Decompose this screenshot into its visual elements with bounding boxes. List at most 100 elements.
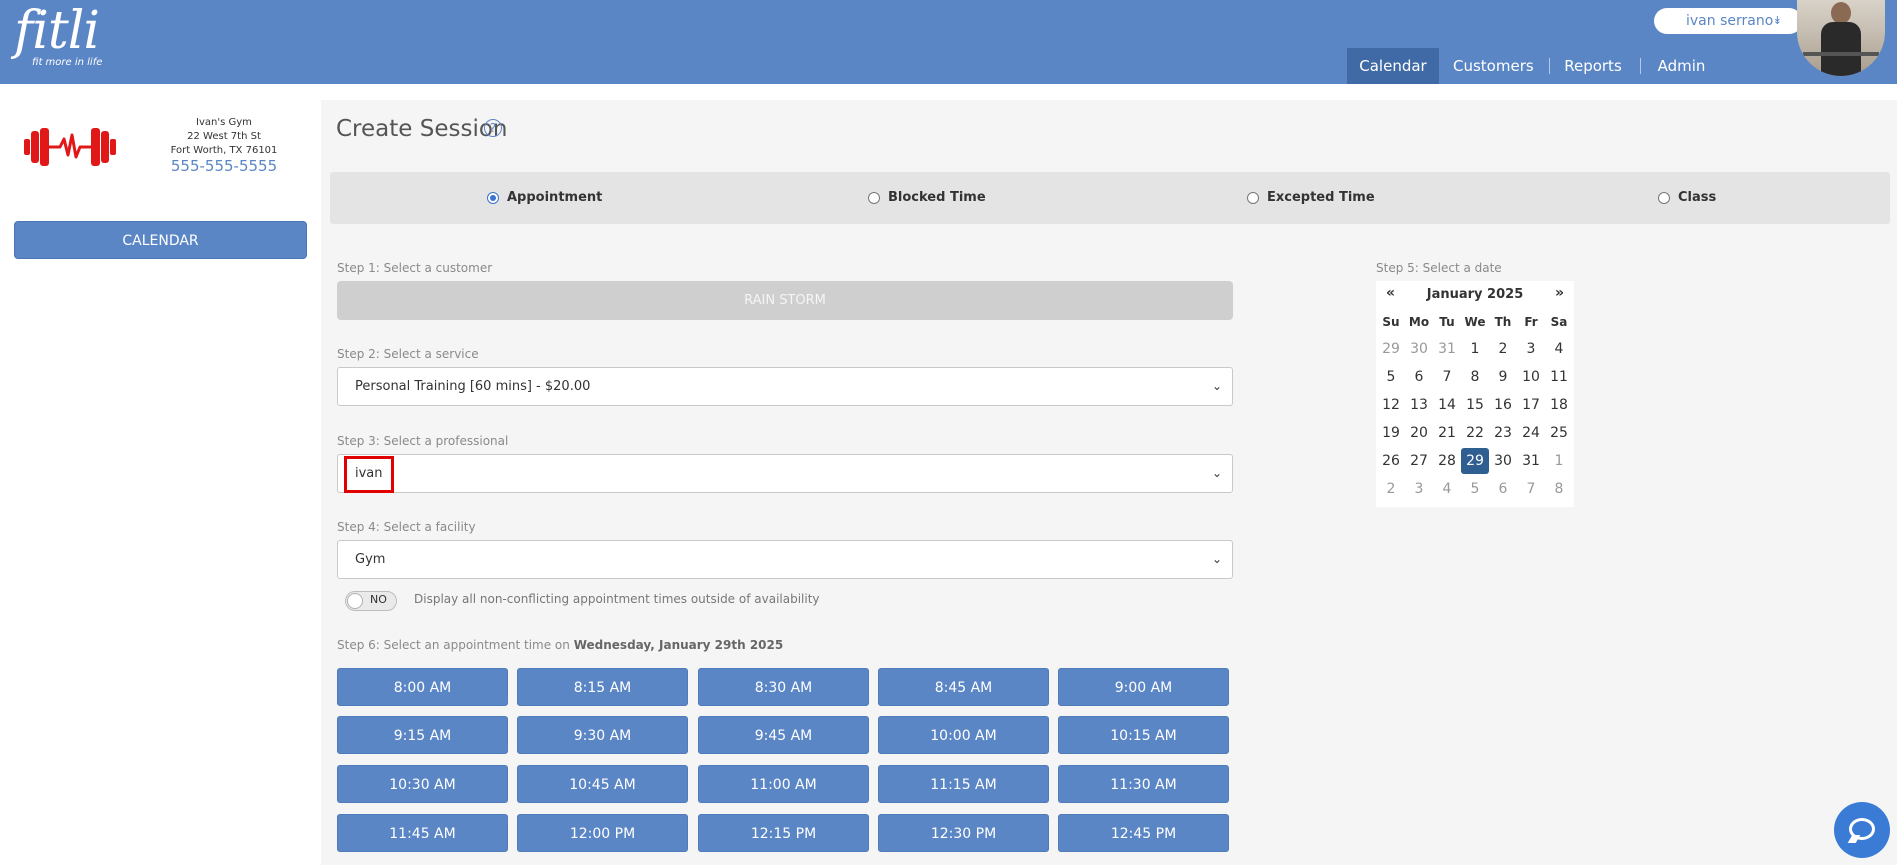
calendar-day[interactable]: 1 bbox=[1545, 448, 1573, 474]
step4-label: Step 4: Select a facility bbox=[337, 520, 476, 534]
page-title: Create Session bbox=[336, 116, 508, 142]
barbell-heartbeat-icon bbox=[0, 102, 140, 192]
time-slot-button[interactable]: 8:00 AM bbox=[337, 668, 508, 706]
calendar-day[interactable]: 5 bbox=[1461, 476, 1489, 502]
nav-customers[interactable]: Customers bbox=[1453, 48, 1534, 84]
month-label[interactable]: January 2025 bbox=[1376, 287, 1574, 302]
calendar-day[interactable]: 23 bbox=[1489, 420, 1517, 446]
gym-phone-link[interactable]: 555-555-5555 bbox=[154, 157, 294, 175]
time-slot-button[interactable]: 9:15 AM bbox=[337, 716, 508, 754]
user-menu-button[interactable]: ivan serrano ↡ bbox=[1654, 8, 1802, 34]
brand-tagline: fit more in life bbox=[32, 57, 103, 68]
calendar-day[interactable]: 29 bbox=[1377, 336, 1405, 362]
calendar-day[interactable]: 2 bbox=[1489, 336, 1517, 362]
calendar-day[interactable]: 6 bbox=[1405, 364, 1433, 390]
radio-class[interactable]: Class bbox=[1658, 190, 1716, 205]
calendar-day[interactable]: 8 bbox=[1461, 364, 1489, 390]
availability-toggle[interactable]: NO bbox=[345, 591, 397, 611]
time-slot-button[interactable]: 10:45 AM bbox=[517, 765, 688, 803]
radio-checked-icon[interactable] bbox=[487, 191, 499, 204]
calendar-button[interactable]: CALENDAR bbox=[14, 221, 307, 259]
radio-blocked-time[interactable]: Blocked Time bbox=[868, 190, 986, 205]
nav-reports[interactable]: Reports bbox=[1562, 48, 1624, 84]
time-slot-button[interactable]: 9:00 AM bbox=[1058, 668, 1229, 706]
time-slot-button[interactable]: 8:15 AM bbox=[517, 668, 688, 706]
calendar-day[interactable]: 9 bbox=[1489, 364, 1517, 390]
time-slot-button[interactable]: 8:45 AM bbox=[878, 668, 1049, 706]
time-slot-button[interactable]: 9:30 AM bbox=[517, 716, 688, 754]
time-slot-button[interactable]: 8:30 AM bbox=[698, 668, 869, 706]
time-slot-button[interactable]: 11:30 AM bbox=[1058, 765, 1229, 803]
calendar-day[interactable]: 8 bbox=[1545, 476, 1573, 502]
calendar-day[interactable]: 3 bbox=[1405, 476, 1433, 502]
time-slot-button[interactable]: 12:00 PM bbox=[517, 814, 688, 852]
time-slot-button[interactable]: 12:30 PM bbox=[878, 814, 1049, 852]
question-circle-icon[interactable]: ? bbox=[484, 119, 502, 137]
facility-select[interactable]: Gym ⌄ bbox=[337, 540, 1233, 579]
calendar-day[interactable]: 29 bbox=[1461, 448, 1489, 474]
calendar-day[interactable]: 26 bbox=[1377, 448, 1405, 474]
calendar-day[interactable]: 31 bbox=[1517, 448, 1545, 474]
calendar-day[interactable]: 31 bbox=[1433, 336, 1461, 362]
weekday-header: Th bbox=[1494, 315, 1512, 329]
date-picker-header: « January 2025 » bbox=[1376, 281, 1574, 307]
chat-bubble-icon[interactable] bbox=[1834, 802, 1890, 858]
radio-appointment[interactable]: Appointment bbox=[487, 190, 602, 205]
time-slot-button[interactable]: 11:45 AM bbox=[337, 814, 508, 852]
calendar-day[interactable]: 27 bbox=[1405, 448, 1433, 474]
calendar-day[interactable]: 1 bbox=[1461, 336, 1489, 362]
calendar-day[interactable]: 24 bbox=[1517, 420, 1545, 446]
next-month-button[interactable]: » bbox=[1555, 285, 1564, 301]
calendar-day[interactable]: 30 bbox=[1489, 448, 1517, 474]
fitli-logo[interactable]: fitli fit more in life bbox=[14, 2, 102, 68]
time-slot-button[interactable]: 9:45 AM bbox=[698, 716, 869, 754]
radio-unchecked-icon[interactable] bbox=[1658, 191, 1670, 204]
calendar-day[interactable]: 7 bbox=[1433, 364, 1461, 390]
calendar-day[interactable]: 15 bbox=[1461, 392, 1489, 418]
radio-label: Appointment bbox=[507, 190, 603, 205]
calendar-day[interactable]: 28 bbox=[1433, 448, 1461, 474]
service-select[interactable]: Personal Training [60 mins] - $20.00 ⌄ bbox=[337, 367, 1233, 406]
customer-button[interactable]: RAIN STORM bbox=[337, 281, 1233, 320]
nav-divider bbox=[1549, 58, 1550, 74]
calendar-day[interactable]: 17 bbox=[1517, 392, 1545, 418]
nav-calendar[interactable]: Calendar bbox=[1347, 48, 1439, 84]
calendar-day[interactable]: 4 bbox=[1545, 336, 1573, 362]
calendar-day[interactable]: 12 bbox=[1377, 392, 1405, 418]
nav-admin[interactable]: Admin bbox=[1654, 48, 1709, 84]
calendar-day[interactable]: 5 bbox=[1377, 364, 1405, 390]
professional-select[interactable]: ivan ⌄ bbox=[337, 454, 1233, 493]
calendar-day[interactable]: 4 bbox=[1433, 476, 1461, 502]
calendar-day[interactable]: 25 bbox=[1545, 420, 1573, 446]
step1-label: Step 1: Select a customer bbox=[337, 261, 493, 275]
avatar[interactable] bbox=[1797, 0, 1885, 76]
calendar-day[interactable]: 2 bbox=[1377, 476, 1405, 502]
calendar-day[interactable]: 16 bbox=[1489, 392, 1517, 418]
time-slot-button[interactable]: 11:00 AM bbox=[698, 765, 869, 803]
radio-unchecked-icon[interactable] bbox=[1247, 191, 1259, 204]
calendar-day[interactable]: 22 bbox=[1461, 420, 1489, 446]
calendar-day[interactable]: 13 bbox=[1405, 392, 1433, 418]
time-slot-button[interactable]: 10:15 AM bbox=[1058, 716, 1229, 754]
radio-excepted-time[interactable]: Excepted Time bbox=[1247, 190, 1375, 205]
calendar-day[interactable]: 30 bbox=[1405, 336, 1433, 362]
calendar-day[interactable]: 20 bbox=[1405, 420, 1433, 446]
time-slot-button[interactable]: 12:15 PM bbox=[698, 814, 869, 852]
calendar-day[interactable]: 10 bbox=[1517, 364, 1545, 390]
gym-name: Ivan's Gym bbox=[196, 117, 252, 128]
calendar-day[interactable]: 7 bbox=[1517, 476, 1545, 502]
calendar-day[interactable]: 14 bbox=[1433, 392, 1461, 418]
time-slot-button[interactable]: 10:00 AM bbox=[878, 716, 1049, 754]
calendar-day[interactable]: 6 bbox=[1489, 476, 1517, 502]
gym-city: Fort Worth, TX 76101 bbox=[170, 145, 278, 156]
radio-unchecked-icon[interactable] bbox=[868, 191, 880, 204]
calendar-day[interactable]: 18 bbox=[1545, 392, 1573, 418]
time-slot-button[interactable]: 11:15 AM bbox=[878, 765, 1049, 803]
step3-label: Step 3: Select a professional bbox=[337, 434, 509, 448]
time-slot-button[interactable]: 10:30 AM bbox=[337, 765, 508, 803]
calendar-day[interactable]: 11 bbox=[1545, 364, 1573, 390]
time-slot-button[interactable]: 12:45 PM bbox=[1058, 814, 1229, 852]
calendar-day[interactable]: 19 bbox=[1377, 420, 1405, 446]
calendar-day[interactable]: 21 bbox=[1433, 420, 1461, 446]
calendar-day[interactable]: 3 bbox=[1517, 336, 1545, 362]
